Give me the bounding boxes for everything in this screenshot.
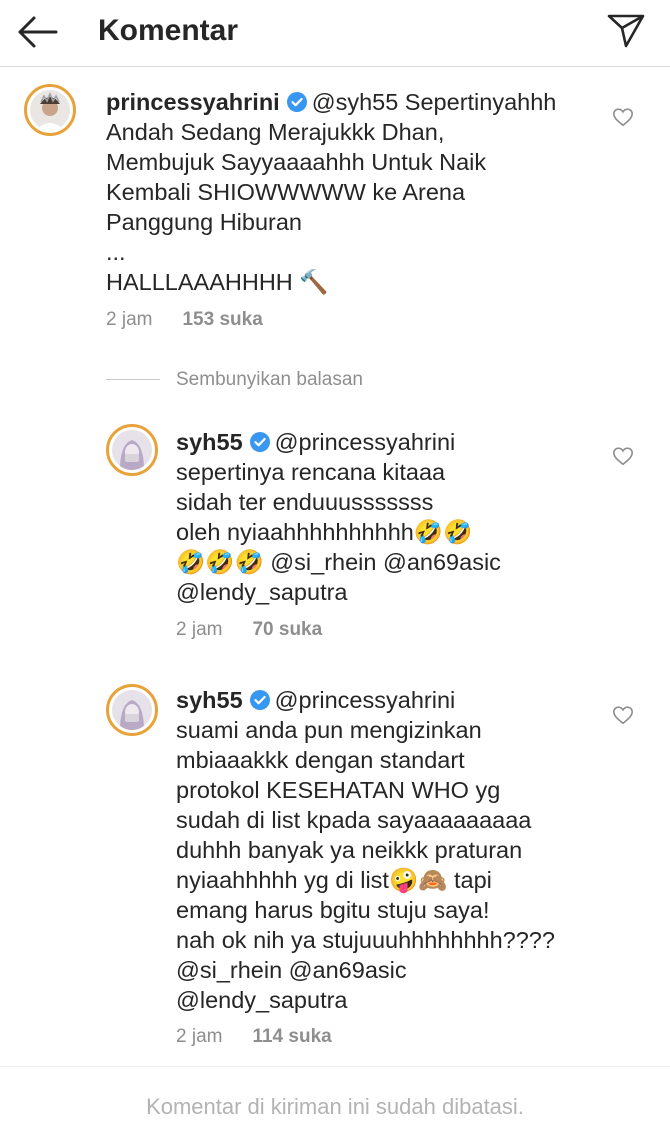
- reply-body: syh55 @princessyahrini suami anda pun men…: [176, 685, 555, 1015]
- like-button[interactable]: [612, 445, 634, 467]
- reply-time: 2 jam: [176, 1026, 223, 1047]
- like-count[interactable]: 114 suka: [252, 1026, 331, 1047]
- reply-time: 2 jam: [176, 619, 223, 640]
- divider-line: [106, 379, 160, 380]
- like-count[interactable]: 153 suka: [182, 309, 262, 330]
- reply-username[interactable]: syh55: [176, 687, 243, 713]
- reply-line: duhhh banyak ya neikkk praturan: [176, 837, 523, 863]
- reply-line: sudah di list kpada sayaaaaaaaaa: [176, 807, 532, 833]
- avatar[interactable]: [106, 684, 158, 736]
- comment-line: @syh55 Sepertinyahhh: [311, 89, 557, 115]
- reply-meta: 2 jam 114 suka: [176, 1025, 332, 1049]
- like-button[interactable]: [612, 106, 634, 128]
- comment-time: 2 jam: [106, 309, 153, 330]
- arrow-left-icon: [18, 16, 58, 48]
- comments-restricted-notice: Komentar di kiriman ini sudah dibatasi.: [146, 1094, 524, 1119]
- comment-line: Andah Sedang Merajukkk Dhan,: [106, 119, 445, 145]
- comment-body: princessyahrini @syh55 Sepertinyahhh Anda…: [106, 87, 556, 297]
- comment-line: Panggung Hiburan: [106, 209, 302, 235]
- reply-username[interactable]: syh55: [176, 429, 243, 455]
- reply-line: emang harus bgitu stuju saya!: [176, 897, 490, 923]
- reply-line: sidah ter enduuusssssss: [176, 489, 434, 515]
- reply-line: nyiaahhhhh yg di list🤪🙈 tapi: [176, 867, 492, 893]
- comment-line: Membujuk Sayyaaaahhh Untuk Naik: [106, 149, 487, 175]
- reply-line: oleh nyiaahhhhhhhhhh🤣🤣: [176, 519, 473, 545]
- avatar-photo: [112, 690, 152, 730]
- comment-line: ...: [106, 239, 126, 265]
- avatar[interactable]: [24, 84, 76, 136]
- hide-replies-label: Sembunyikan balasan: [176, 369, 363, 390]
- comment-meta: 2 jam 153 suka: [106, 308, 263, 332]
- reply-line: suami anda pun mengizinkan: [176, 717, 482, 743]
- reply-line: 🤣🤣🤣 @si_rhein @an69asic: [176, 549, 501, 575]
- paper-plane-icon: [607, 14, 645, 48]
- share-button[interactable]: [606, 10, 646, 50]
- reply-line: @princessyahrini: [274, 687, 456, 713]
- avatar[interactable]: [106, 424, 158, 476]
- reply-line: sepertinya rencana kitaaa: [176, 459, 446, 485]
- like-count[interactable]: 70 suka: [252, 619, 322, 640]
- comment-username[interactable]: princessyahrini: [106, 89, 280, 115]
- top-bar: Komentar: [0, 0, 670, 67]
- back-button[interactable]: [14, 12, 60, 52]
- avatar-photo: [112, 430, 152, 470]
- verified-badge-icon: [286, 92, 307, 112]
- comment-line: Kembali SHIOWWWWW ke Arena: [106, 179, 466, 205]
- reply-body: syh55 @princessyahrini sepertinya rencana…: [176, 427, 501, 607]
- reply-line: mbiaaakkk dengan standart: [176, 747, 465, 773]
- reply-line: @princessyahrini: [274, 429, 456, 455]
- comment-line: HALLLAAAHHHH 🔨: [106, 269, 329, 295]
- reply-line: @si_rhein @an69asic: [176, 957, 407, 983]
- reply-line: nah ok nih ya stujuuuhhhhhhhh????: [176, 927, 555, 953]
- verified-badge-icon: [249, 690, 270, 710]
- reply-line: @lendy_saputra: [176, 579, 348, 605]
- heart-icon: [613, 108, 633, 127]
- comments-restricted-footer: Komentar di kiriman ini sudah dibatasi.: [0, 1066, 670, 1144]
- avatar-photo: [30, 90, 70, 130]
- page-title: Komentar: [98, 14, 239, 47]
- like-button[interactable]: [612, 704, 634, 726]
- heart-icon: [613, 447, 633, 466]
- verified-badge-icon: [249, 432, 270, 452]
- reply-meta: 2 jam 70 suka: [176, 618, 322, 642]
- reply-line: protokol KESEHATAN WHO yg: [176, 777, 501, 803]
- heart-icon: [613, 706, 633, 725]
- reply-line: @lendy_saputra: [176, 987, 348, 1013]
